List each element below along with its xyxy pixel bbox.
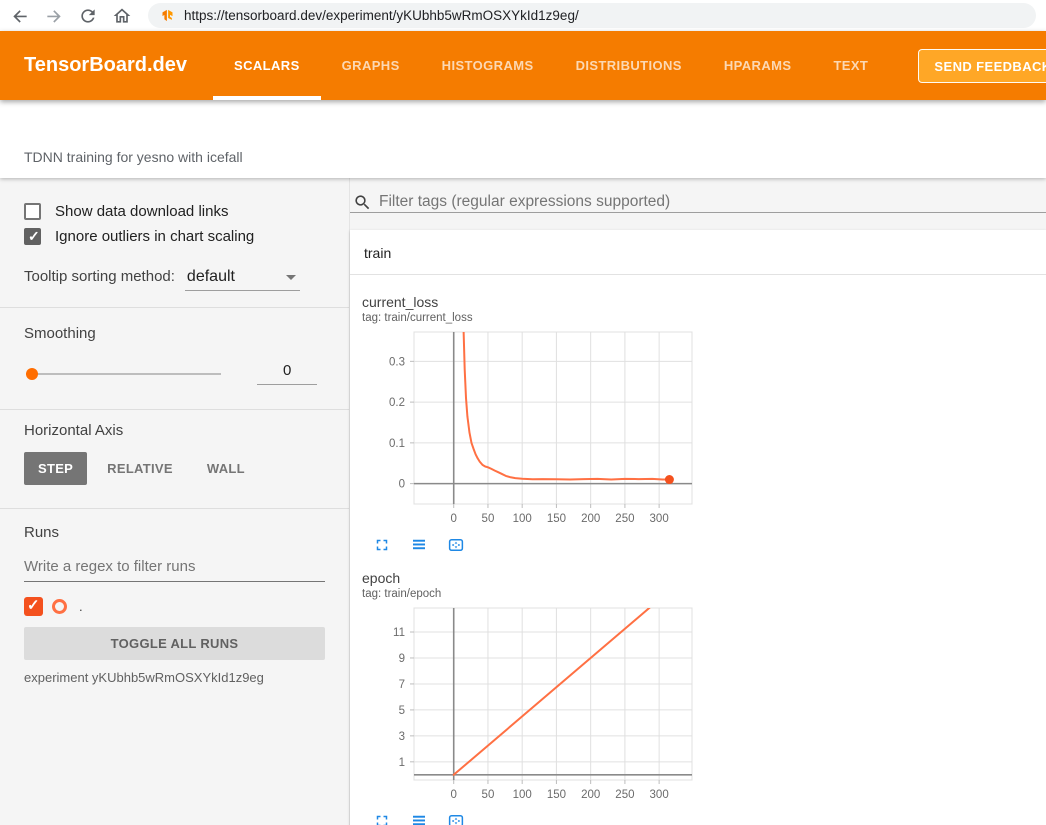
runs-selector-icon[interactable] xyxy=(410,536,428,554)
smoothing-slider[interactable] xyxy=(26,373,221,375)
tab-distributions[interactable]: DISTRIBUTIONS xyxy=(555,31,703,100)
expand-chart-icon[interactable] xyxy=(373,536,391,554)
line-chart[interactable]: 0 50 100 150 200 250 300 1 3 5 7 9 11 xyxy=(362,605,698,805)
svg-text:150: 150 xyxy=(547,789,566,801)
filter-tags-input[interactable] xyxy=(379,193,1046,211)
tooltip-sorting-label: Tooltip sorting method: xyxy=(24,268,175,285)
tab-hparams[interactable]: HPARAMS xyxy=(703,31,813,100)
svg-text:7: 7 xyxy=(399,679,405,691)
url-text: https://tensorboard.dev/experiment/yKUbh… xyxy=(184,8,579,23)
svg-text:0.3: 0.3 xyxy=(389,356,405,368)
runs-selector-icon[interactable] xyxy=(410,812,428,825)
tab-scalars[interactable]: SCALARS xyxy=(213,31,321,100)
chart-tag: tag: train/epoch xyxy=(362,588,706,600)
svg-text:100: 100 xyxy=(513,789,532,801)
line-chart[interactable]: 0 50 100 150 200 250 300 0 0.1 0.2 0.3 xyxy=(362,329,698,529)
svg-text:150: 150 xyxy=(547,513,566,525)
train-section-card: train current_loss tag: train/current_lo… xyxy=(350,230,1046,825)
svg-text:100: 100 xyxy=(513,513,532,525)
experiment-description: TDNN training for yesno with icefall xyxy=(24,149,243,165)
settings-sidebar: Show data download links Ignore outliers… xyxy=(0,178,350,825)
fit-domain-icon[interactable] xyxy=(447,536,465,554)
svg-text:9: 9 xyxy=(399,653,405,665)
svg-text:0: 0 xyxy=(399,479,405,491)
back-icon[interactable] xyxy=(10,6,30,26)
run-name: . xyxy=(79,599,83,614)
slider-thumb[interactable] xyxy=(26,368,38,380)
expand-chart-icon[interactable] xyxy=(373,812,391,825)
chart-title: epoch xyxy=(362,570,706,586)
show-download-links-checkbox[interactable]: Show data download links xyxy=(24,203,325,220)
axis-relative-button[interactable]: RELATIVE xyxy=(93,452,187,485)
runs-label: Runs xyxy=(24,524,325,541)
svg-text:5: 5 xyxy=(399,705,405,717)
fit-domain-icon[interactable] xyxy=(447,812,465,825)
toggle-all-runs-button[interactable]: TOGGLE ALL RUNS xyxy=(24,627,325,660)
svg-text:200: 200 xyxy=(581,513,600,525)
svg-text:300: 300 xyxy=(650,789,669,801)
brand-title: TensorBoard.dev xyxy=(0,54,213,77)
svg-text:250: 250 xyxy=(615,513,634,525)
horizontal-axis-label: Horizontal Axis xyxy=(24,422,325,439)
run-checkbox-checked-icon[interactable] xyxy=(24,597,43,616)
chart-current-loss: current_loss tag: train/current_loss 0 50… xyxy=(362,294,706,554)
app-header: TensorBoard.dev SCALARS GRAPHS HISTOGRAM… xyxy=(0,31,1046,100)
checkbox-label: Ignore outliers in chart scaling xyxy=(55,228,254,245)
send-feedback-button[interactable]: SEND FEEDBACK xyxy=(918,49,1046,83)
chart-epoch: epoch tag: train/epoch 0 50 100 150 200 250 30… xyxy=(362,570,706,825)
reload-icon[interactable] xyxy=(78,6,98,26)
svg-text:3: 3 xyxy=(399,731,405,743)
experiment-subtitle-bar: TDNN training for yesno with icefall xyxy=(0,100,1046,178)
run-list-item[interactable]: . xyxy=(24,597,325,616)
axis-wall-button[interactable]: WALL xyxy=(193,452,259,485)
smoothing-value[interactable]: 0 xyxy=(257,362,317,385)
svg-text:50: 50 xyxy=(482,789,495,801)
tab-histograms[interactable]: HISTOGRAMS xyxy=(421,31,555,100)
tab-text[interactable]: TEXT xyxy=(812,31,889,100)
runs-regex-input[interactable] xyxy=(24,556,325,582)
checkbox-checked-icon[interactable] xyxy=(24,228,41,245)
checkbox-label: Show data download links xyxy=(55,203,228,220)
ignore-outliers-checkbox[interactable]: Ignore outliers in chart scaling xyxy=(24,228,325,245)
tensorboard-favicon xyxy=(160,8,175,23)
main-panel: train current_loss tag: train/current_lo… xyxy=(350,178,1046,825)
svg-text:0: 0 xyxy=(451,789,457,801)
address-bar[interactable]: https://tensorboard.dev/experiment/yKUbh… xyxy=(148,3,1036,28)
nav-tabs: SCALARS GRAPHS HISTOGRAMS DISTRIBUTIONS … xyxy=(213,31,889,100)
chart-tag: tag: train/current_loss xyxy=(362,312,706,324)
browser-toolbar: https://tensorboard.dev/experiment/yKUbh… xyxy=(0,0,1046,31)
svg-text:0.2: 0.2 xyxy=(389,397,405,409)
train-section-header[interactable]: train xyxy=(350,230,1046,275)
svg-text:200: 200 xyxy=(581,789,600,801)
smoothing-label: Smoothing xyxy=(24,325,325,342)
search-icon xyxy=(353,193,372,212)
chevron-down-icon xyxy=(286,275,296,280)
svg-text:11: 11 xyxy=(393,627,405,639)
run-color-swatch-icon xyxy=(52,599,67,614)
svg-text:0: 0 xyxy=(451,513,457,525)
experiment-id-label: experiment yKUbhb5wRmOSXYkId1z9eg xyxy=(24,670,325,685)
chart-title: current_loss xyxy=(362,294,706,310)
svg-text:0.1: 0.1 xyxy=(389,438,405,450)
axis-step-button[interactable]: STEP xyxy=(24,452,87,485)
tooltip-sorting-dropdown[interactable]: default xyxy=(185,268,300,291)
checkbox-unchecked-icon[interactable] xyxy=(24,203,41,220)
svg-text:250: 250 xyxy=(615,789,634,801)
tooltip-sorting-value: default xyxy=(187,268,235,285)
tab-graphs[interactable]: GRAPHS xyxy=(321,31,421,100)
home-icon[interactable] xyxy=(112,6,132,26)
svg-text:1: 1 xyxy=(399,757,405,769)
svg-text:300: 300 xyxy=(650,513,669,525)
svg-text:50: 50 xyxy=(482,513,495,525)
forward-icon[interactable] xyxy=(44,6,64,26)
